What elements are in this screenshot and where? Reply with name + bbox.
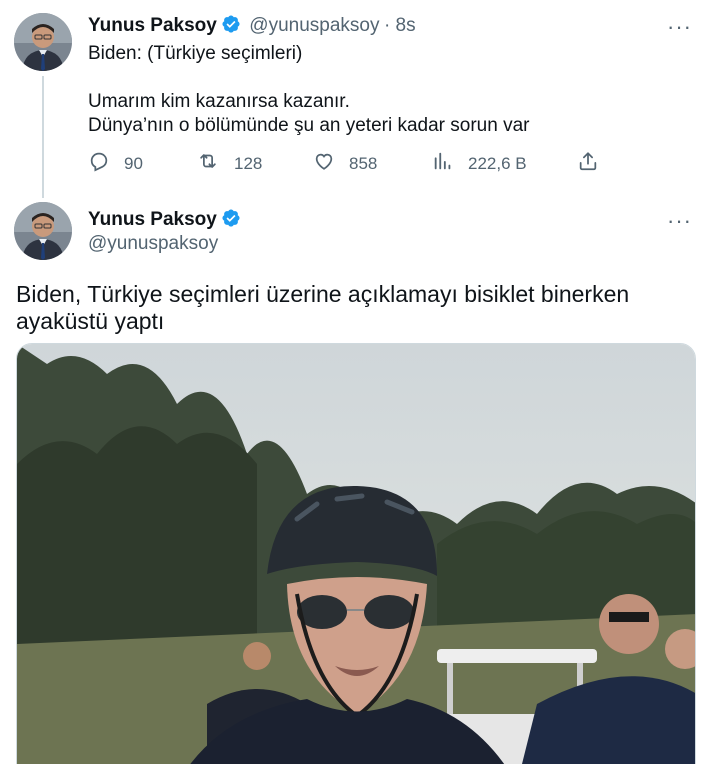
avatar[interactable]	[14, 13, 72, 71]
views-button[interactable]: 222,6 B	[432, 150, 527, 177]
verified-badge-icon	[221, 208, 241, 233]
share-button[interactable]	[577, 150, 613, 177]
like-count: 858	[349, 153, 378, 173]
tweet-time[interactable]: · 8s	[384, 15, 416, 36]
author-name[interactable]: Yunus Paksoy	[88, 15, 217, 36]
tweet-line: Dünya’nın o bölümünde şu an yeteri kadar…	[88, 115, 530, 136]
more-icon[interactable]: ···	[667, 210, 692, 232]
tweet-line: Umarım kim kazanırsa kazanır.	[88, 91, 350, 112]
tweet-header: Yunus Paksoy	[88, 208, 241, 233]
tweet-actions: 90 128 858 222,6 B	[88, 150, 608, 176]
reply-button[interactable]: 90	[88, 150, 143, 177]
share-icon	[577, 150, 613, 177]
author-handle[interactable]: @yunuspaksoy	[249, 15, 379, 36]
tweet-video[interactable]	[16, 343, 696, 764]
heart-icon	[313, 150, 349, 177]
views-count: 222,6 B	[468, 153, 527, 173]
more-icon[interactable]: ···	[667, 16, 692, 38]
avatar[interactable]	[14, 202, 72, 260]
retweet-count: 128	[234, 153, 263, 173]
retweet-button[interactable]: 128	[196, 150, 262, 177]
retweet-icon	[196, 150, 234, 177]
like-button[interactable]: 858	[313, 150, 377, 177]
reply-icon	[88, 150, 124, 177]
views-icon	[432, 150, 468, 177]
author-name[interactable]: Yunus Paksoy	[88, 209, 217, 230]
tweet-line: Biden: (Türkiye seçimleri)	[88, 43, 303, 64]
reply-count: 90	[124, 153, 143, 173]
author-handle[interactable]: @yunuspaksoy	[88, 233, 218, 255]
tweet-text: Biden, Türkiye seçimleri üzerine açıklam…	[16, 281, 630, 334]
video-frame-image	[17, 344, 695, 764]
verified-badge-icon	[221, 14, 241, 39]
thread-line	[42, 76, 44, 198]
tweet-text: Biden: (Türkiye seçimleri) Umarım kim ka…	[88, 42, 529, 138]
tweet-header: Yunus Paksoy @yunuspaksoy · 8s	[88, 14, 416, 39]
